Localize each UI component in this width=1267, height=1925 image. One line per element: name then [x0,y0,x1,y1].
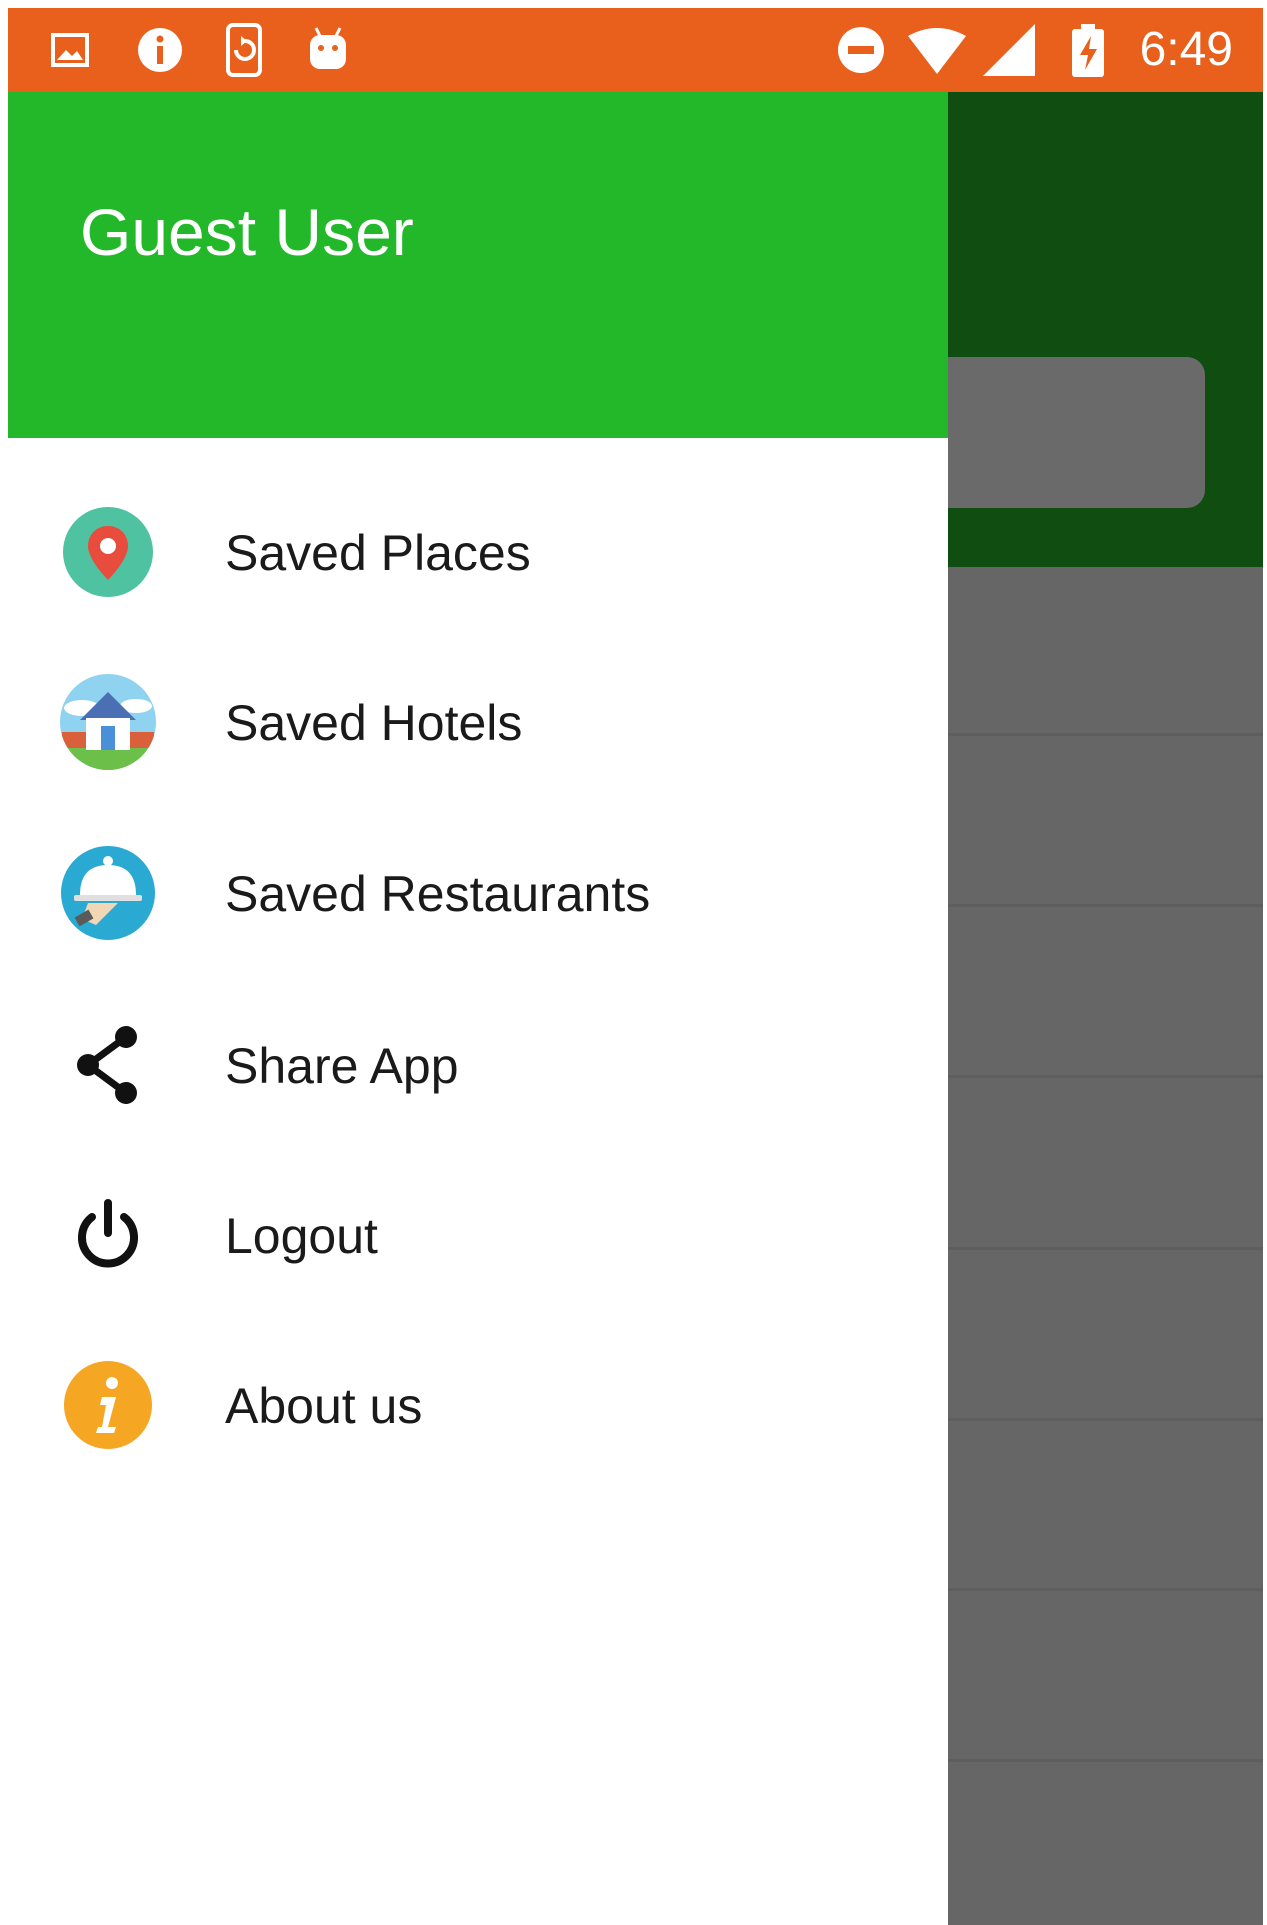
share-icon [77,1026,137,1104]
background-list-divider [948,1075,1263,1078]
gallery-icon [51,33,89,67]
menu-item-label: Logout [225,1208,378,1264]
drawer-header: Guest User [8,92,948,438]
screen-rotation-icon [226,23,262,77]
info-icon [64,1361,152,1449]
background-list-divider [948,1759,1263,1762]
status-bar: 6:49 [8,8,1263,92]
menu-item-about-us[interactable]: About us [8,1320,948,1490]
background-list-divider [948,733,1263,736]
menu-item-logout[interactable]: Logout [8,1150,948,1320]
info-icon [138,28,182,72]
location-pin-icon [63,507,153,597]
menu-item-label: About us [225,1378,423,1434]
menu-item-label: Saved Places [225,525,531,581]
background-search-field [908,357,1205,508]
background-list-divider [948,904,1263,907]
background-list-divider [948,1588,1263,1591]
wifi-icon [908,28,966,74]
android-icon [310,27,346,69]
user-name: Guest User [80,195,414,269]
phone-screen: 6:49 Guest User Saved Places Saved Hotel… [8,8,1263,1925]
menu-item-label: Share App [225,1038,459,1094]
menu-item-saved-restaurants[interactable]: Saved Restaurants [8,808,948,978]
cell-signal-icon [983,24,1035,76]
menu-item-label: Saved Restaurants [225,866,651,922]
restaurant-cloche-icon [61,846,155,940]
background-list-divider [948,1247,1263,1250]
background-list-divider [948,1418,1263,1421]
menu-item-saved-places[interactable]: Saved Places [8,467,948,637]
house-icon [60,674,156,770]
menu-item-label: Saved Hotels [225,695,523,751]
navigation-drawer: Guest User Saved Places Saved Hotels Sav… [8,92,948,1925]
battery-charging-icon [1072,24,1104,77]
do-not-disturb-icon [838,27,884,73]
menu-item-share-app[interactable]: Share App [8,980,948,1150]
menu-item-saved-hotels[interactable]: Saved Hotels [8,637,948,807]
power-icon [78,1199,138,1268]
clock-time: 6:49 [1139,23,1233,76]
